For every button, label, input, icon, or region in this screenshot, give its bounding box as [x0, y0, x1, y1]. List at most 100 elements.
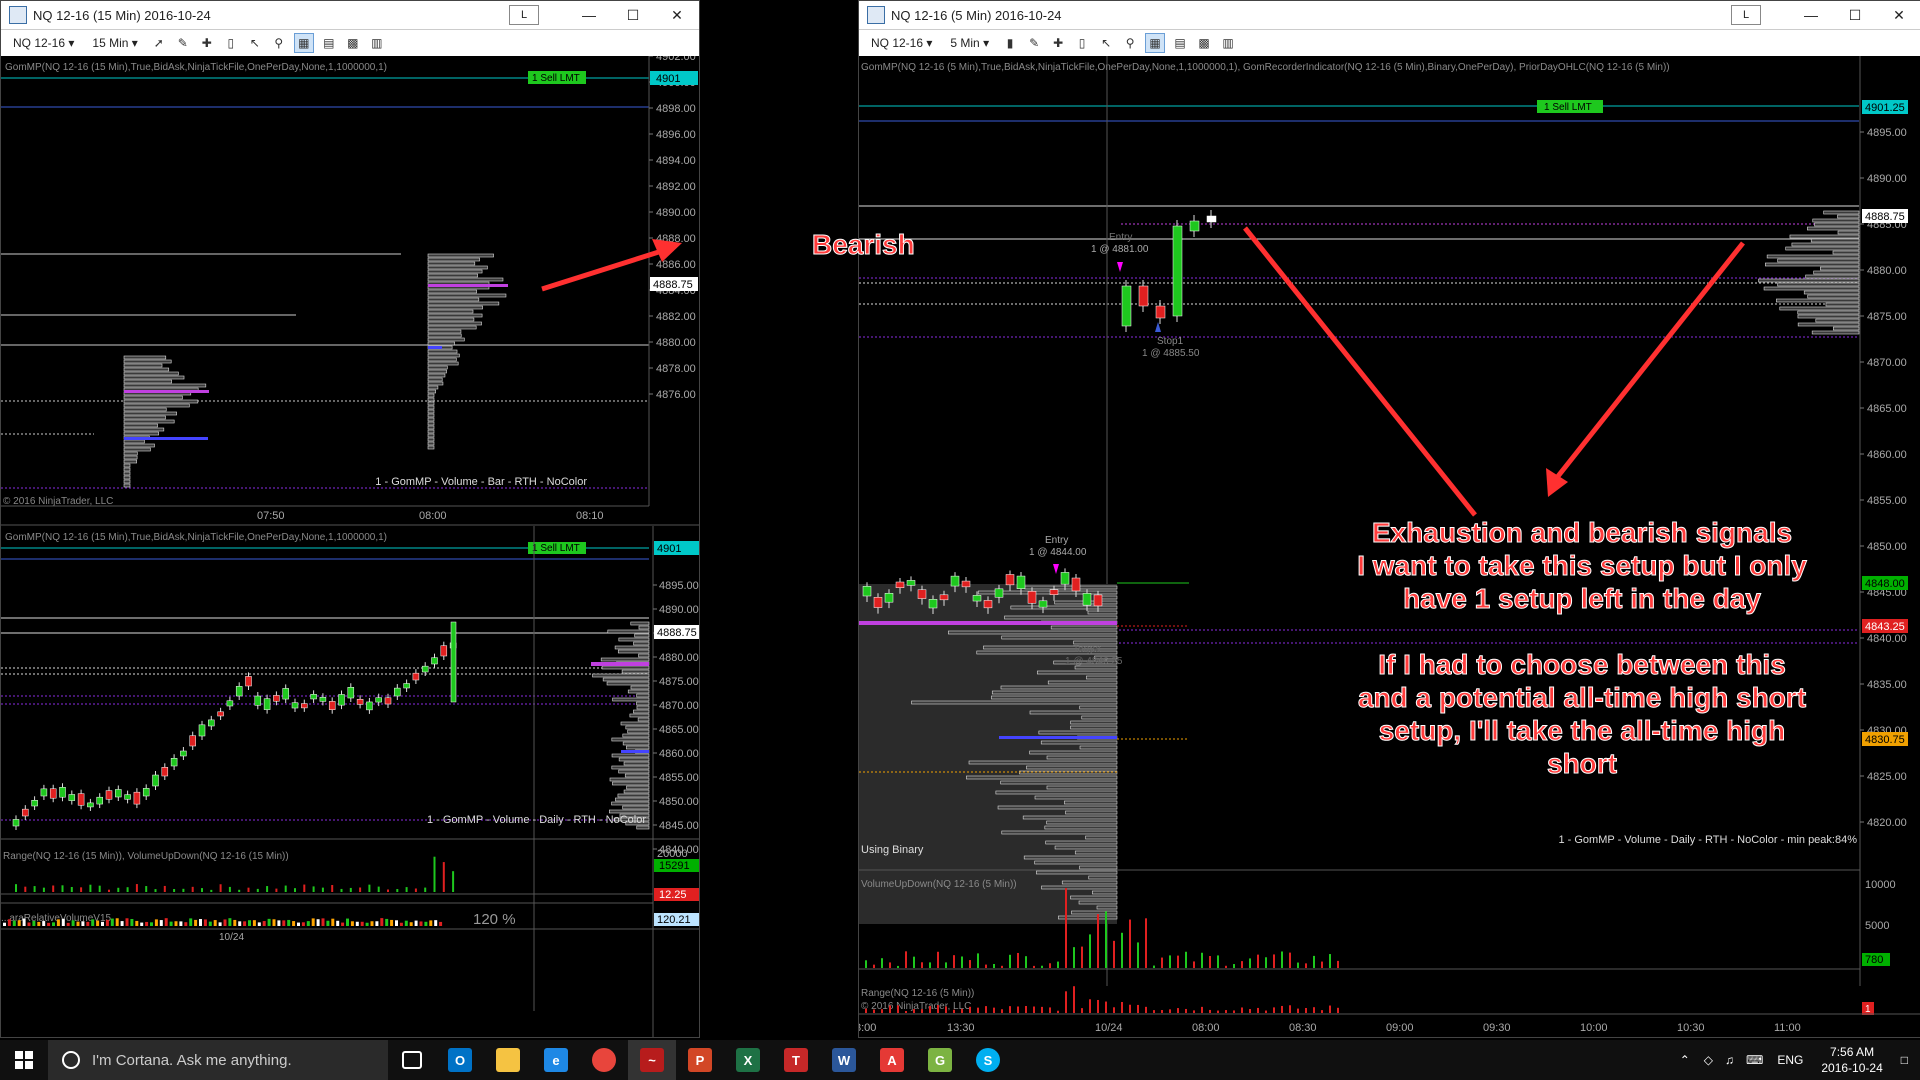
tws-icon[interactable]: T — [772, 1040, 820, 1080]
indicators-icon[interactable]: ▩ — [344, 34, 362, 52]
range-bar — [1209, 1009, 1211, 1013]
minimize-icon-2[interactable]: — — [1789, 1, 1833, 29]
volume-profile-bar — [948, 630, 1118, 635]
chrome-icon[interactable] — [580, 1040, 628, 1080]
notification-icon[interactable]: □ — [1901, 1053, 1908, 1067]
relvol-bar — [262, 921, 266, 926]
range-bar — [1081, 1008, 1083, 1013]
properties-icon[interactable]: ▤ — [320, 34, 338, 52]
volume-profile-bar — [1807, 226, 1860, 231]
volume-bar — [865, 960, 867, 968]
close-icon[interactable]: ✕ — [655, 1, 699, 29]
network-icon[interactable]: ◇ — [1704, 1053, 1713, 1067]
powerpoint-icon[interactable]: P — [676, 1040, 724, 1080]
outlook-icon[interactable]: O — [436, 1040, 484, 1080]
volume-profile-bar — [968, 760, 1118, 765]
right-title-bar[interactable]: NQ 12-16 (5 Min) 2016-10-24 L — ☐ ✕ — [859, 1, 1920, 29]
relvol-bar — [110, 918, 114, 926]
properties-icon-2[interactable]: ▤ — [1171, 34, 1189, 52]
bar-style-icon[interactable]: ▮ — [1001, 34, 1019, 52]
maximize-icon-2[interactable]: ☐ — [1833, 1, 1877, 29]
excel-icon[interactable]: X — [724, 1040, 772, 1080]
candle — [328, 701, 336, 710]
task-view-icon[interactable] — [388, 1040, 436, 1080]
left-bottom-chart[interactable]: GomMP(NQ 12-16 (15 Min),True,BidAsk,Ninj… — [1, 526, 699, 1038]
relvol-bar — [32, 920, 36, 926]
relvol-bar — [17, 920, 21, 926]
volume-profile-bar — [1815, 318, 1860, 323]
candle — [198, 724, 206, 737]
indicators-icon-2[interactable]: ▩ — [1195, 34, 1213, 52]
maximize-icon[interactable]: ☐ — [611, 1, 655, 29]
minimize-icon[interactable]: — — [567, 1, 611, 29]
tray-chevron-icon[interactable]: ⌃ — [1680, 1053, 1690, 1067]
volume-profile-bar — [427, 373, 446, 378]
relvol-bar — [355, 921, 359, 926]
strategy-icon-2[interactable]: ▥ — [1219, 34, 1237, 52]
relvol-bar — [169, 921, 173, 926]
pointer-icon[interactable]: ↖ — [246, 34, 264, 52]
interval-selector-2[interactable]: 5 Min ▾ — [944, 34, 995, 52]
volume-profile-bar — [123, 427, 165, 432]
volume-bar — [52, 885, 55, 892]
file-explorer-icon[interactable] — [484, 1040, 532, 1080]
volume-profile-bar — [427, 441, 435, 446]
relvol-bar — [130, 918, 134, 926]
volume-icon[interactable]: ♫ — [1725, 1053, 1734, 1067]
candle — [862, 586, 872, 597]
crosshair-icon-2[interactable]: ✚ — [1049, 34, 1067, 52]
zoom-icon[interactable]: ⚲ — [270, 34, 288, 52]
instrument-selector[interactable]: NQ 12-16 ▾ — [7, 34, 80, 52]
ninjatrader-icon[interactable]: ~ — [628, 1040, 676, 1080]
acrobat-icon[interactable]: A — [868, 1040, 916, 1080]
volume-bar — [897, 965, 899, 968]
volume-bar — [228, 886, 231, 892]
volume-bar — [1169, 955, 1171, 968]
pencil-icon[interactable]: ✎ — [174, 34, 192, 52]
close-icon-2[interactable]: ✕ — [1877, 1, 1920, 29]
cortana-search-box[interactable]: I'm Cortana. Ask me anything. — [48, 1040, 388, 1080]
left-link-button[interactable]: L — [509, 5, 539, 25]
word-icon[interactable]: W — [820, 1040, 868, 1080]
eraser-icon-2[interactable]: ▯ — [1073, 34, 1091, 52]
skype-icon[interactable]: S — [964, 1040, 1012, 1080]
pointer-icon-2[interactable]: ↖ — [1097, 34, 1115, 52]
volume-profile-bar — [123, 439, 145, 444]
eraser-icon[interactable]: ▯ — [222, 34, 240, 52]
price-tick-label: 4860.00 — [659, 748, 699, 760]
left-top-chart[interactable]: GomMP(NQ 12-16 (15 Min),True,BidAsk,Ninj… — [1, 56, 699, 526]
volume-profile-bar — [1070, 725, 1118, 730]
zoom-icon-2[interactable]: ⚲ — [1121, 34, 1139, 52]
price-tick-label: 4890.00 — [656, 207, 696, 219]
pencil-icon-2[interactable]: ✎ — [1025, 34, 1043, 52]
language-indicator[interactable]: ENG — [1777, 1053, 1803, 1067]
chart-trader-icon-2[interactable]: ▦ — [1145, 33, 1166, 53]
relvol-bar — [208, 921, 212, 926]
relvol-bar — [71, 920, 75, 926]
volume-profile-bar — [427, 405, 435, 410]
edge-icon[interactable]: e — [532, 1040, 580, 1080]
volume-profile-bar — [1811, 330, 1860, 335]
volume-bar — [266, 886, 269, 892]
volume-profile-bar — [1036, 870, 1118, 875]
right-link-button[interactable]: L — [1731, 5, 1761, 25]
left-window-title: NQ 12-16 (15 Min) 2016-10-24 — [33, 7, 211, 23]
chart-trader-icon[interactable]: ▦ — [293, 33, 314, 53]
interval-selector[interactable]: 15 Min ▾ — [86, 34, 143, 52]
range-bar — [1153, 1010, 1155, 1013]
taskbar-clock[interactable]: 7:56 AM 2016-10-24 — [1821, 1044, 1882, 1076]
greenshot-icon[interactable]: G — [916, 1040, 964, 1080]
volume-bar — [275, 888, 278, 892]
keyboard-icon[interactable]: ⌨ — [1746, 1053, 1763, 1067]
line-tool-icon[interactable]: ➚ — [150, 34, 168, 52]
price-tick-label: 4880.00 — [1867, 265, 1907, 277]
windows-start-icon[interactable] — [0, 1040, 48, 1080]
stop-price: 1 @ 4885.50 — [1142, 348, 1200, 359]
left-title-bar[interactable]: NQ 12-16 (15 Min) 2016-10-24 L — ☐ ✕ — [1, 1, 699, 29]
strategy-icon[interactable]: ▥ — [368, 34, 386, 52]
crosshair-icon[interactable]: ✚ — [198, 34, 216, 52]
instrument-selector-2[interactable]: NQ 12-16 ▾ — [865, 34, 938, 52]
relvol-bar — [3, 922, 6, 926]
volume-bar — [1185, 951, 1187, 968]
volume-bar — [1281, 951, 1283, 968]
